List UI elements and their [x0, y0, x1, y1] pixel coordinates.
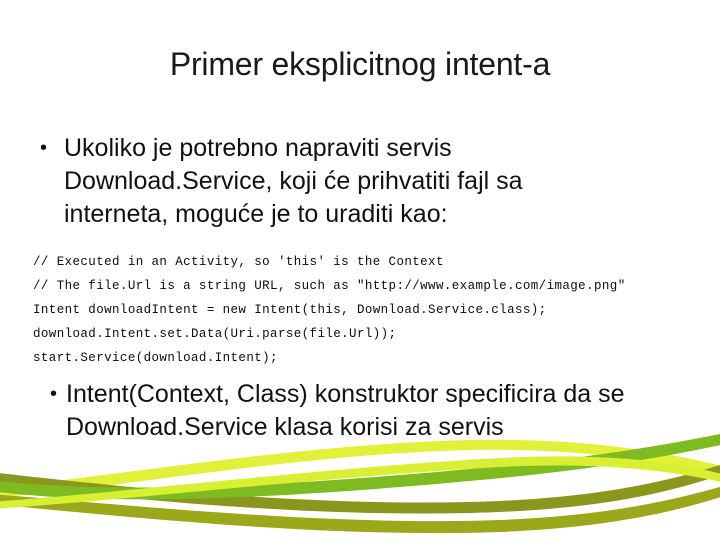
ribbon-path-dark-olive [0, 465, 720, 514]
code-line: // Executed in an Activity, so 'this' is… [33, 255, 444, 269]
bullet-marker-icon: • [50, 383, 58, 405]
code-line: start.Service(download.Intent); [33, 351, 278, 365]
bullet-text: Ukoliko je potrebno napraviti servis Dow… [64, 134, 523, 228]
bullet-marker-icon: • [40, 137, 48, 159]
code-line: Intent downloadIntent = new Intent(this,… [33, 303, 547, 317]
code-line: // The file.Url is a string URL, such as… [33, 279, 626, 293]
presentation-slide: Primer eksplicitnog intent-a • Ukoliko j… [0, 0, 720, 540]
list-item: • Intent(Context, Class) konstruktor spe… [36, 378, 684, 444]
bullet-list-top: • Ukoliko je potrebno napraviti servis D… [36, 132, 684, 231]
bullet-text: Intent(Context, Class) konstruktor speci… [66, 380, 625, 441]
ribbon-path-olive [0, 486, 720, 534]
code-line: download.Intent.set.Data(Uri.parse(file.… [33, 327, 397, 341]
ribbon-path-accent [0, 456, 720, 509]
bullet-list-bottom: • Intent(Context, Class) konstruktor spe… [36, 378, 684, 444]
code-block: // Executed in an Activity, so 'this' is… [33, 250, 693, 370]
ribbon-path-chartreuse [0, 439, 720, 498]
page-title: Primer eksplicitnog intent-a [169, 46, 551, 82]
list-item: • Ukoliko je potrebno napraviti servis D… [36, 132, 684, 231]
